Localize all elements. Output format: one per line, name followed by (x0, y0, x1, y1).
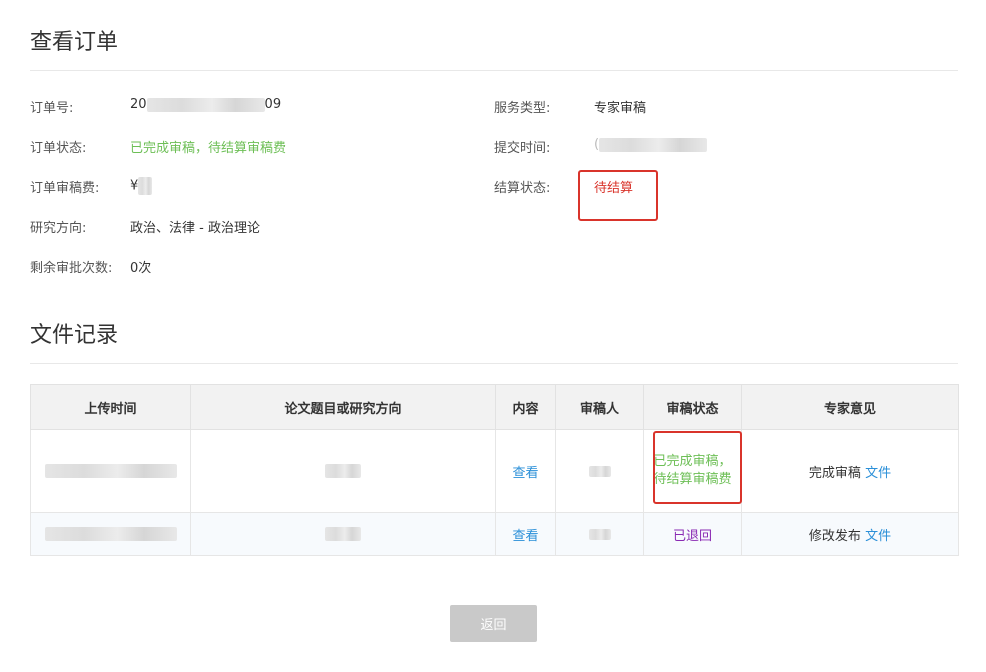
redacted-block (588, 465, 611, 477)
redacted-block (146, 97, 265, 112)
service-type-value: 专家审稿 (594, 101, 647, 116)
order-no-suffix: 09 (264, 97, 282, 112)
view-link[interactable]: 查看 (512, 529, 538, 544)
title-cell (190, 429, 496, 513)
files-table: 上传时间 论文题目或研究方向 内容 审稿人 审稿状态 专家意见 查看 已完成审稿… (30, 384, 959, 556)
col-content: 内容 (495, 384, 556, 430)
back-button[interactable]: 返回 (450, 605, 537, 642)
order-status-label: 订单状态: (30, 141, 87, 156)
redacted-block (138, 177, 153, 195)
submit-time-label: 提交时间: (494, 141, 551, 156)
redacted-block (325, 527, 361, 541)
review-fee-label: 订单审稿费: (30, 181, 100, 196)
reviewer-cell (555, 429, 644, 513)
divider (30, 70, 958, 71)
divider (30, 363, 958, 364)
content-cell: 查看 (495, 512, 556, 556)
remaining-label: 剩余审批次数: (30, 261, 113, 276)
order-section-title: 查看订单 (30, 30, 119, 55)
review-status-text: 已退回 (672, 528, 712, 544)
table-row: 查看 已退回 修改发布 文件 (30, 512, 959, 556)
order-no-label: 订单号: (30, 101, 74, 116)
files-section-title: 文件记录 (30, 323, 119, 348)
redacted-block (325, 464, 361, 478)
table-row: 查看 已完成审稿，待结算审稿费 完成审稿 文件 (30, 429, 959, 513)
review-fee-value: ¥ (130, 177, 153, 195)
title-cell (190, 512, 496, 556)
order-no-value: 20 09 (130, 97, 281, 112)
reviewer-cell (555, 512, 644, 556)
highlight-box (653, 431, 742, 504)
col-review-status: 审稿状态 (643, 384, 742, 430)
order-no-prefix: 20 (130, 97, 147, 112)
review-fee-prefix: ¥ (130, 178, 139, 194)
opinion-text: 修改发布 (808, 528, 861, 544)
file-link[interactable]: 文件 (865, 466, 891, 481)
redacted-block (44, 527, 177, 541)
view-link[interactable]: 查看 (512, 466, 538, 481)
redacted-block (599, 137, 708, 152)
opinion-text: 完成审稿 (808, 465, 861, 481)
col-title: 论文题目或研究方向 (190, 384, 496, 430)
table-header-row: 上传时间 论文题目或研究方向 内容 审稿人 审稿状态 专家意见 (30, 384, 959, 430)
content-cell: 查看 (495, 429, 556, 513)
service-type-label: 服务类型: (494, 101, 551, 116)
highlight-box (578, 170, 658, 221)
redacted-block (588, 528, 611, 540)
review-status-cell: 已退回 (643, 512, 742, 556)
col-expert-opinion: 专家意见 (741, 384, 959, 430)
expert-opinion-cell: 修改发布 文件 (741, 512, 959, 556)
research-dir-label: 研究方向: (30, 221, 87, 236)
upload-time-cell (30, 512, 191, 556)
expert-opinion-cell: 完成审稿 文件 (741, 429, 959, 513)
remaining-value: 0次 (130, 261, 152, 276)
research-dir-value: 政治、法律 - 政治理论 (130, 221, 260, 236)
order-status-value: 已完成审稿，待结算审稿费 (130, 141, 287, 156)
upload-time-cell (30, 429, 191, 513)
redacted-block (44, 464, 177, 478)
file-link[interactable]: 文件 (865, 529, 891, 544)
submit-time-value: ( (594, 137, 708, 152)
col-reviewer: 审稿人 (555, 384, 644, 430)
col-upload-time: 上传时间 (30, 384, 191, 430)
settle-status-label: 结算状态: (494, 181, 551, 196)
